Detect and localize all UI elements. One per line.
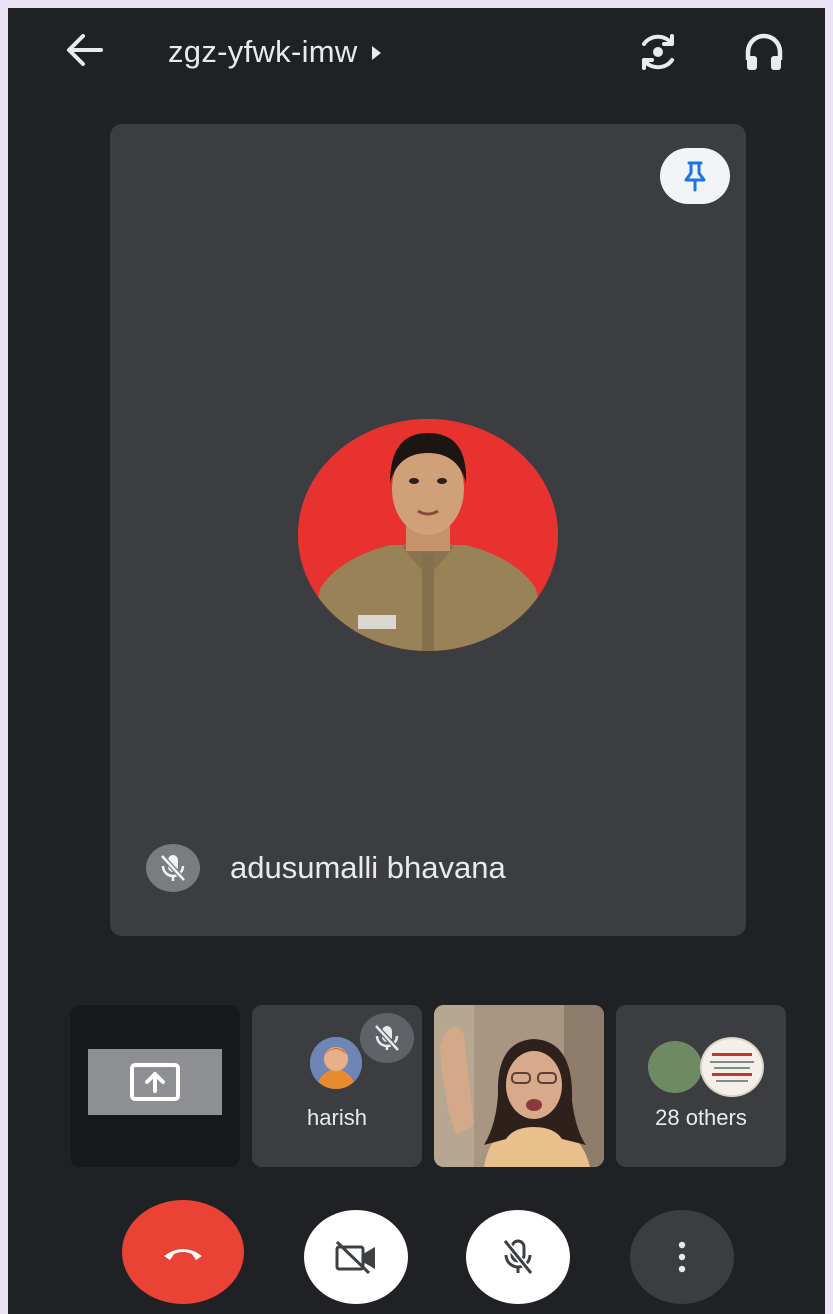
- participant-name: adusumalli bhavana: [230, 850, 506, 885]
- audio-output-button[interactable]: [742, 30, 786, 74]
- participant-photo: [298, 419, 558, 651]
- main-participant-tile[interactable]: adusumalli bhavana: [110, 124, 746, 936]
- mic-off-icon: [502, 1239, 534, 1275]
- mic-off-icon: [360, 1013, 414, 1063]
- participant-name-row: adusumalli bhavana: [146, 844, 506, 892]
- others-tile[interactable]: 28 others: [616, 1005, 786, 1167]
- mic-off-icon: [146, 844, 200, 892]
- avatar: [700, 1037, 764, 1097]
- others-count-label: 28 others: [655, 1105, 747, 1130]
- meet-screen: zgz-yfwk-imw adusumalli bhavana harish 2…: [8, 8, 825, 1314]
- switch-camera-button[interactable]: [636, 30, 680, 74]
- meeting-code-button[interactable]: zgz-yfwk-imw: [168, 34, 381, 70]
- caret-right-icon: [371, 46, 381, 60]
- meeting-code: zgz-yfwk-imw: [168, 34, 358, 69]
- participant-video-tile[interactable]: [434, 1005, 604, 1167]
- camera-off-icon: [335, 1240, 375, 1275]
- top-bar: zgz-yfwk-imw: [8, 8, 825, 98]
- end-call-button[interactable]: [122, 1200, 244, 1304]
- pin-icon: [684, 161, 706, 192]
- participant-name: harish: [307, 1105, 367, 1130]
- switch-camera-icon: [642, 34, 674, 70]
- present-screen-icon: [130, 1063, 180, 1101]
- screen-share-tile[interactable]: [70, 1005, 240, 1167]
- headphones-icon: [745, 33, 783, 70]
- participant-video: [434, 1005, 604, 1167]
- mic-toggle-button[interactable]: [466, 1210, 570, 1304]
- share-preview: [88, 1049, 222, 1115]
- more-options-button[interactable]: [630, 1210, 734, 1304]
- call-controls: [8, 1198, 825, 1308]
- camera-toggle-button[interactable]: [304, 1210, 408, 1304]
- participant-tile-harish[interactable]: harish: [252, 1005, 422, 1167]
- avatar: [310, 1037, 362, 1089]
- more-vert-icon: [678, 1241, 686, 1273]
- participant-avatar: [298, 419, 558, 651]
- pin-button[interactable]: [660, 148, 730, 204]
- back-button[interactable]: [64, 30, 104, 70]
- back-arrow-icon: [67, 34, 103, 66]
- avatar: [648, 1041, 702, 1093]
- end-call-icon: [164, 1249, 202, 1260]
